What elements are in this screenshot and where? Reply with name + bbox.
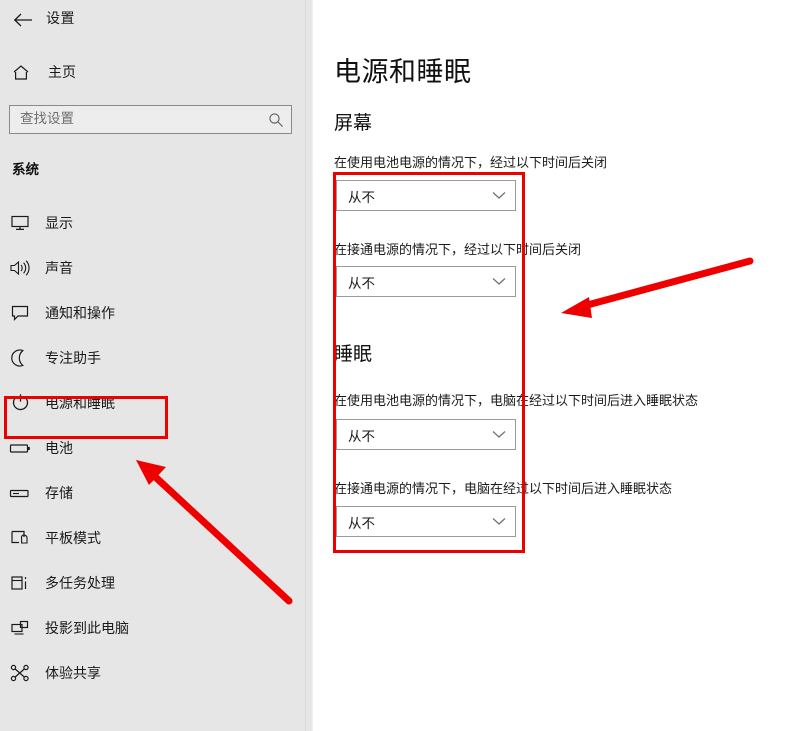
dropdown-screen-on-battery[interactable]: 从不: [336, 180, 516, 211]
chevron-down-icon[interactable]: [483, 517, 515, 526]
sidebar-item-home-label: 主页: [48, 65, 76, 81]
dropdown-sleep-plugged-in-value: 从不: [348, 515, 375, 532]
sidebar-item-tablet-mode[interactable]: 平板模式: [0, 515, 305, 560]
tablet-mode-icon: [0, 529, 40, 547]
dropdown-screen-plugged-in-value: 从不: [348, 275, 375, 292]
settings-window: 设置 主页 查找设置 系统 显示 声音 通知和操作 专注助手 电源和睡眠 电池 …: [0, 0, 811, 731]
dropdown-sleep-plugged-in[interactable]: 从不: [336, 506, 516, 537]
sidebar-item-notifications-label: 通知和操作: [45, 305, 115, 322]
chevron-down-icon[interactable]: [483, 277, 515, 286]
sidebar-item-multitasking-label: 多任务处理: [45, 575, 115, 592]
sidebar: 设置 主页 查找设置 系统 显示 声音 通知和操作 专注助手 电源和睡眠 电池 …: [0, 0, 305, 731]
project-to-pc-icon: [0, 619, 40, 637]
speaker-icon: [0, 259, 40, 277]
page-title: 电源和睡眠: [334, 57, 472, 88]
moon-icon: [0, 348, 40, 367]
chat-bubble-icon: [0, 304, 40, 322]
sidebar-group-header: 系统: [12, 162, 39, 178]
sidebar-item-display[interactable]: 显示: [0, 200, 305, 245]
sidebar-item-storage-label: 存储: [45, 485, 73, 502]
multitasking-icon: [0, 574, 40, 592]
section-title-sleep: 睡眠: [334, 343, 373, 365]
sidebar-item-focus-assist[interactable]: 专注助手: [0, 335, 305, 380]
search-input[interactable]: 查找设置: [10, 106, 261, 133]
battery-icon: [0, 441, 40, 455]
sidebar-item-sound-label: 声音: [45, 260, 73, 277]
section-title-screen: 屏幕: [334, 112, 373, 134]
sidebar-item-project-to-this-pc-label: 投影到此电脑: [45, 620, 129, 637]
storage-icon: [0, 486, 40, 500]
dropdown-sleep-on-battery-value: 从不: [348, 428, 375, 445]
sidebar-item-multitasking[interactable]: 多任务处理: [0, 560, 305, 605]
sidebar-item-focus-assist-label: 专注助手: [45, 350, 101, 367]
field-label-screen-plugged-in: 在接通电源的情况下，经过以下时间后关闭: [334, 243, 582, 258]
field-label-screen-on-battery: 在使用电池电源的情况下，经过以下时间后关闭: [334, 156, 608, 171]
field-label-sleep-plugged-in: 在接通电源的情况下，电脑在经过以下时间后进入睡眠状态: [334, 482, 673, 497]
sidebar-item-power-and-sleep-label: 电源和睡眠: [45, 395, 115, 412]
back-button[interactable]: [8, 6, 38, 34]
shared-experiences-icon: [0, 664, 40, 682]
sidebar-item-battery[interactable]: 电池: [0, 425, 305, 470]
sidebar-item-shared-experiences-label: 体验共享: [45, 665, 101, 682]
chevron-down-icon[interactable]: [483, 430, 515, 439]
sidebar-item-battery-label: 电池: [45, 440, 73, 457]
sidebar-nav-list: 显示 声音 通知和操作 专注助手 电源和睡眠 电池 存储 平板模式 多任务处理 …: [0, 200, 305, 695]
field-label-sleep-on-battery: 在使用电池电源的情况下，电脑在经过以下时间后进入睡眠状态: [334, 394, 699, 409]
sidebar-item-project-to-this-pc[interactable]: 投影到此电脑: [0, 605, 305, 650]
dropdown-screen-on-battery-value: 从不: [348, 189, 375, 206]
sidebar-item-display-label: 显示: [45, 215, 73, 232]
back-arrow-icon: [13, 13, 33, 27]
sidebar-item-power-and-sleep[interactable]: 电源和睡眠: [0, 380, 305, 425]
sidebar-item-sound[interactable]: 声音: [0, 245, 305, 290]
monitor-icon: [0, 214, 40, 232]
sidebar-item-tablet-mode-label: 平板模式: [45, 530, 101, 547]
title-bar: 设置: [0, 0, 305, 40]
home-icon: [2, 64, 40, 81]
sidebar-scrollbar[interactable]: [305, 0, 313, 731]
power-icon: [0, 393, 40, 412]
sidebar-item-storage[interactable]: 存储: [0, 470, 305, 515]
chevron-down-icon[interactable]: [483, 191, 515, 200]
sidebar-item-home[interactable]: 主页: [0, 57, 305, 87]
search-box[interactable]: 查找设置: [9, 105, 292, 134]
dropdown-sleep-on-battery[interactable]: 从不: [336, 419, 516, 450]
dropdown-screen-plugged-in[interactable]: 从不: [336, 266, 516, 297]
main-content: 电源和睡眠 屏幕 在使用电池电源的情况下，经过以下时间后关闭 从不 在接通电源的…: [313, 0, 811, 731]
search-icon[interactable]: [261, 112, 291, 128]
app-title: 设置: [46, 11, 75, 27]
sidebar-item-notifications[interactable]: 通知和操作: [0, 290, 305, 335]
sidebar-item-shared-experiences[interactable]: 体验共享: [0, 650, 305, 695]
